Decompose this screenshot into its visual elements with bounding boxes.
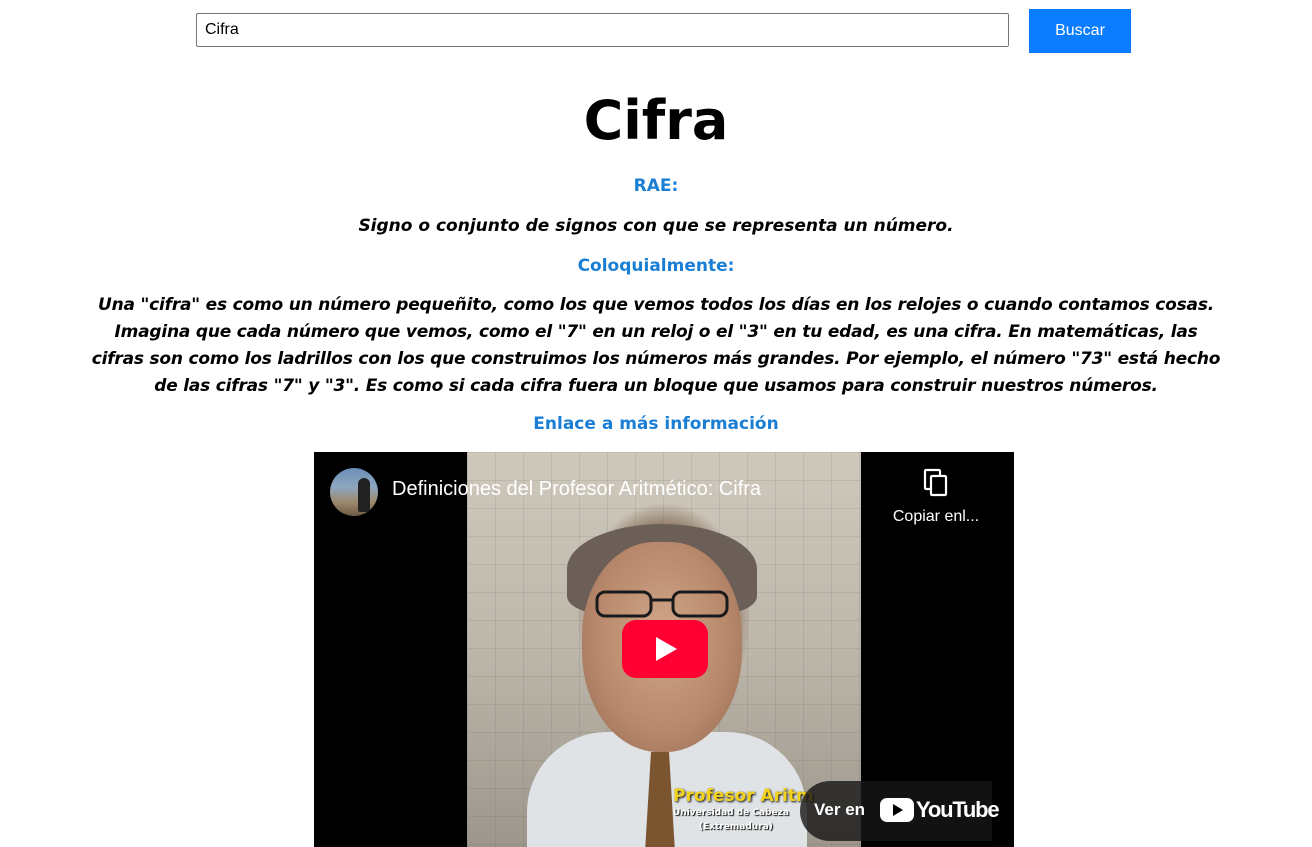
thumbnail-subcaption-2: (Extremadura) [699, 822, 773, 832]
thumbnail-caption: Profesor Aritm [673, 786, 814, 806]
colloquial-label: Coloquialmente: [577, 256, 735, 276]
youtube-embed[interactable]: Profesor Aritm Universidad de Cabeza (Ex… [314, 452, 1014, 847]
more-info-link[interactable]: Enlace a más información [533, 412, 778, 436]
entry-content: Cifra RAE: Signo o conjunto de signos co… [0, 80, 1312, 436]
channel-avatar[interactable] [330, 468, 378, 516]
watch-on-youtube-button[interactable]: Ver en YouTube [800, 781, 1000, 841]
search-bar: Buscar [0, 9, 1312, 53]
search-input[interactable] [196, 13, 1009, 47]
page-title: Cifra [583, 89, 729, 152]
copy-icon [923, 468, 948, 497]
watch-on-label: Ver en [814, 800, 866, 819]
copy-link-label: Copiar enl... [892, 508, 980, 525]
rae-label: RAE: [633, 176, 679, 196]
search-button[interactable]: Buscar [1029, 9, 1131, 53]
thumbnail-subcaption: Universidad de Cabeza [673, 808, 789, 818]
colloquial-definition: Una "cifra" es como un número pequeñito,… [91, 295, 1221, 396]
youtube-wordmark: YouTube [916, 797, 1000, 822]
video-title[interactable]: Definiciones del Profesor Aritmético: Ci… [392, 478, 761, 501]
copy-link-button[interactable]: Copiar enl... [880, 468, 992, 532]
play-icon[interactable] [622, 620, 708, 678]
youtube-logo-icon [880, 798, 914, 822]
rae-definition: Signo o conjunto de signos con que se re… [358, 216, 954, 236]
